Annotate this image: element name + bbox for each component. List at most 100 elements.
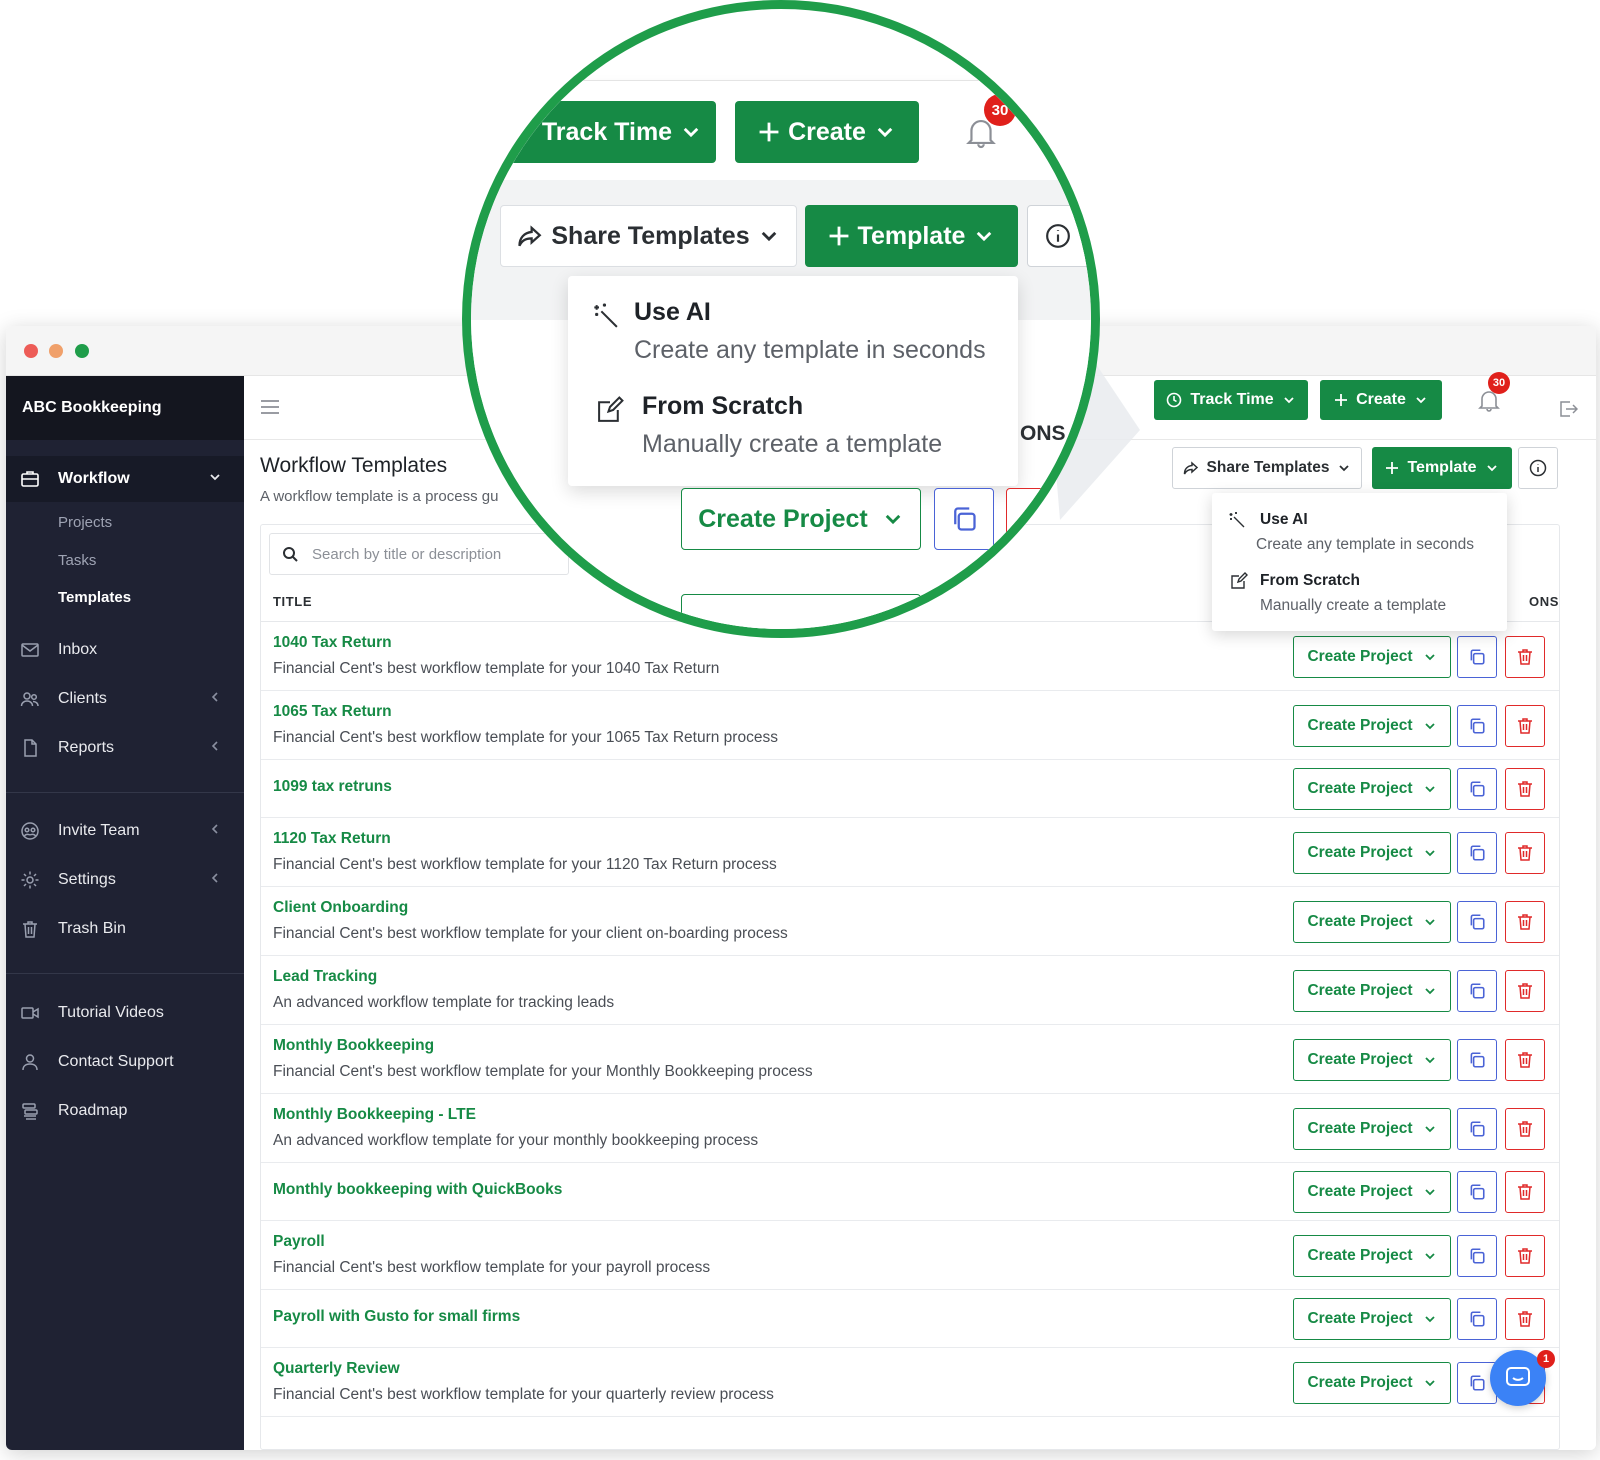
template-title-link[interactable]: Monthly Bookkeeping - LTE	[273, 1106, 476, 1124]
magnified-delete-button[interactable]	[1006, 488, 1066, 550]
chevron-left-icon	[211, 741, 218, 751]
track-time-button[interactable]: Track Time	[1154, 380, 1308, 420]
logout-icon[interactable]	[1558, 400, 1578, 418]
create-project-button[interactable]: Create Project	[1293, 1298, 1451, 1340]
chevron-down-icon	[1424, 1316, 1435, 1323]
delete-template-button[interactable]	[1505, 832, 1545, 874]
create-project-button[interactable]: Create Project	[1293, 1108, 1451, 1150]
from-scratch-option[interactable]: From Scratch	[1260, 572, 1360, 590]
sidebar-item-label: Settings	[58, 871, 116, 888]
sidebar-item-workflow[interactable]: Workflow	[6, 456, 244, 502]
copy-icon	[1470, 1121, 1485, 1137]
copy-template-button[interactable]	[1457, 1108, 1497, 1150]
template-title-link[interactable]: 1040 Tax Return	[273, 634, 392, 652]
team-icon	[21, 822, 39, 840]
brand-name[interactable]: ABC Bookkeeping	[6, 376, 244, 440]
copy-icon	[1470, 649, 1485, 665]
sidebar-item-settings[interactable]: Settings	[6, 857, 244, 903]
use-ai-description: Create any template in seconds	[1256, 536, 1474, 553]
delete-template-button[interactable]	[1505, 1039, 1545, 1081]
magnified-copy-button[interactable]	[934, 488, 994, 550]
delete-template-button[interactable]	[1505, 636, 1545, 678]
hamburger-menu-icon[interactable]	[260, 398, 280, 416]
template-button[interactable]: Template	[1372, 447, 1512, 489]
copy-template-button[interactable]	[1457, 832, 1497, 874]
table-row: 1120 Tax Return Financial Cent's best wor…	[261, 818, 1559, 887]
info-button[interactable]	[1518, 447, 1558, 489]
sidebar-subitem-templates[interactable]: Templates	[58, 589, 131, 606]
template-title-link[interactable]: Monthly bookkeeping with QuickBooks	[273, 1181, 562, 1199]
template-title-link[interactable]: Lead Tracking	[273, 968, 377, 986]
sidebar-item-trash-bin[interactable]: Trash Bin	[6, 906, 244, 952]
magnified-info-button[interactable]	[1027, 205, 1089, 267]
copy-template-button[interactable]	[1457, 901, 1497, 943]
sidebar-item-tutorial-videos[interactable]: Tutorial Videos	[6, 990, 244, 1036]
sidebar-item-reports[interactable]: Reports	[6, 725, 244, 771]
template-title-link[interactable]: 1065 Tax Return	[273, 703, 392, 721]
template-title-link[interactable]: Monthly Bookkeeping	[273, 1037, 434, 1055]
trash-icon	[1518, 914, 1532, 930]
create-project-button[interactable]: Create Project	[1293, 1171, 1451, 1213]
chevron-down-icon	[1424, 723, 1435, 730]
delete-template-button[interactable]	[1505, 901, 1545, 943]
template-title-link[interactable]: Client Onboarding	[273, 899, 408, 917]
copy-icon	[1470, 914, 1485, 930]
delete-template-button[interactable]	[1505, 1171, 1545, 1213]
window-close-button[interactable]	[24, 344, 38, 358]
template-title-link[interactable]: 1120 Tax Return	[273, 830, 391, 848]
copy-template-button[interactable]	[1457, 1298, 1497, 1340]
copy-template-button[interactable]	[1457, 768, 1497, 810]
magnified-create-button[interactable]: Create	[735, 101, 919, 163]
create-project-button[interactable]: Create Project	[1293, 1039, 1451, 1081]
chevron-down-icon	[1416, 397, 1426, 404]
create-project-button[interactable]: Create Project	[1293, 970, 1451, 1012]
create-project-button[interactable]: Create Project	[1293, 1362, 1451, 1404]
window-maximize-button[interactable]	[75, 344, 89, 358]
copy-template-button[interactable]	[1457, 1235, 1497, 1277]
create-project-button[interactable]: Create Project	[1293, 705, 1451, 747]
copy-template-button[interactable]	[1457, 636, 1497, 678]
magnified-use-ai-option[interactable]: Use AI	[634, 298, 711, 327]
sidebar-subitem-projects[interactable]: Projects	[58, 514, 112, 531]
create-project-button[interactable]: Create Project	[1293, 901, 1451, 943]
delete-template-button[interactable]	[1505, 1298, 1545, 1340]
create-button[interactable]: Create	[1320, 380, 1442, 420]
create-project-button[interactable]: Create Project	[1293, 636, 1451, 678]
sidebar-item-label: Invite Team	[58, 822, 140, 839]
briefcase-icon	[21, 471, 39, 487]
delete-template-button[interactable]	[1505, 1108, 1545, 1150]
magnified-from-scratch-option[interactable]: From Scratch	[642, 392, 803, 421]
copy-template-button[interactable]	[1457, 1039, 1497, 1081]
magnified-track-time-label: Track Time	[541, 117, 673, 146]
delete-template-button[interactable]	[1505, 705, 1545, 747]
template-description: Financial Cent's best workflow template …	[273, 856, 777, 873]
delete-template-button[interactable]	[1505, 970, 1545, 1012]
delete-template-button[interactable]	[1505, 768, 1545, 810]
create-project-button[interactable]: Create Project	[1293, 768, 1451, 810]
copy-template-button[interactable]	[1457, 1171, 1497, 1213]
template-title-link[interactable]: Payroll	[273, 1233, 325, 1251]
copy-template-button[interactable]	[1457, 705, 1497, 747]
magnified-create-project-button[interactable]: Create Project	[681, 488, 921, 550]
template-title-link[interactable]: 1099 tax retruns	[273, 778, 392, 796]
magnified-template-button[interactable]: Template	[805, 205, 1018, 267]
create-project-button[interactable]: Create Project	[1293, 1235, 1451, 1277]
delete-template-button[interactable]	[1505, 1235, 1545, 1277]
sidebar-item-clients[interactable]: Clients	[6, 676, 244, 722]
sidebar-subitem-tasks[interactable]: Tasks	[58, 552, 96, 569]
chevron-down-icon	[877, 127, 893, 138]
template-title-link[interactable]: Payroll with Gusto for small firms	[273, 1308, 520, 1326]
magnified-share-templates-button[interactable]: Share Templates	[500, 205, 797, 267]
sidebar-item-inbox[interactable]: Inbox	[6, 627, 244, 673]
window-minimize-button[interactable]	[49, 344, 63, 358]
copy-template-button[interactable]	[1457, 970, 1497, 1012]
sidebar-item-roadmap[interactable]: Roadmap	[6, 1088, 244, 1134]
template-title-link[interactable]: Quarterly Review	[273, 1360, 400, 1378]
sidebar-item-invite-team[interactable]: Invite Team	[6, 808, 244, 854]
create-project-button[interactable]: Create Project	[1293, 832, 1451, 874]
sidebar-item-contact-support[interactable]: Contact Support	[6, 1039, 244, 1085]
magnified-track-time-button[interactable]: Track Time	[480, 101, 716, 163]
trash-icon	[1518, 1311, 1532, 1327]
share-templates-button[interactable]: Share Templates	[1172, 447, 1362, 489]
use-ai-option[interactable]: Use AI	[1260, 511, 1308, 529]
